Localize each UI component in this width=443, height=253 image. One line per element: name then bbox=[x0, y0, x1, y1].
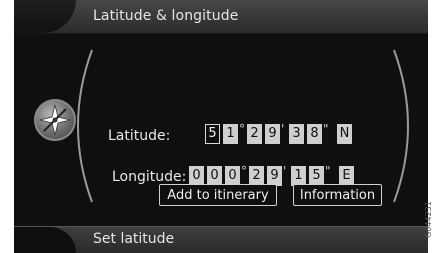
minute-symbol: ' bbox=[283, 164, 287, 178]
title-bar: Latitude & longitude bbox=[14, 0, 428, 34]
page-title: Latitude & longitude bbox=[93, 8, 239, 24]
add-to-itinerary-button[interactable]: Add to itinerary bbox=[159, 184, 277, 206]
screenshot-frame: Latitude & longitude Latitude: 5 1 ° 2 9… bbox=[0, 0, 443, 253]
latitude-digit[interactable]: 2 bbox=[247, 124, 262, 144]
second-symbol: " bbox=[325, 164, 331, 178]
latitude-digit[interactable]: 3 bbox=[289, 124, 304, 144]
latitude-digit[interactable]: 5 bbox=[205, 124, 220, 144]
bottom-bar-label: Set latitude bbox=[93, 231, 175, 247]
display-screen: Latitude & longitude Latitude: 5 1 ° 2 9… bbox=[14, 0, 428, 253]
longitude-direction[interactable]: E bbox=[339, 166, 354, 186]
latitude-input[interactable]: 5 1 ° 2 9 ' 3 8 " N bbox=[205, 122, 355, 144]
bottom-bar: Set latitude bbox=[14, 226, 428, 253]
degree-symbol: ° bbox=[241, 164, 247, 178]
longitude-input[interactable]: 0 0 0 ° 2 9 ' 1 5 " E bbox=[189, 164, 357, 186]
minute-symbol: ' bbox=[281, 122, 285, 136]
degree-symbol: ° bbox=[239, 122, 245, 136]
longitude-digit[interactable]: 2 bbox=[249, 166, 264, 186]
image-code-text: G044231 bbox=[423, 201, 433, 238]
bottom-bar-corner bbox=[14, 227, 76, 253]
latitude-direction[interactable]: N bbox=[337, 124, 352, 144]
longitude-digit[interactable]: 0 bbox=[207, 166, 222, 186]
longitude-digit[interactable]: 1 bbox=[291, 166, 306, 186]
right-arc-decoration bbox=[393, 49, 409, 203]
title-bar-corner bbox=[14, 0, 76, 33]
information-button[interactable]: Information bbox=[293, 184, 382, 206]
longitude-digit[interactable]: 0 bbox=[189, 166, 204, 186]
latitude-label: Latitude: bbox=[108, 128, 171, 144]
longitude-digit[interactable]: 9 bbox=[267, 166, 282, 186]
latitude-digit[interactable]: 8 bbox=[307, 124, 322, 144]
image-code-label: G044231 bbox=[424, 193, 442, 251]
latitude-digit[interactable]: 9 bbox=[265, 124, 280, 144]
second-symbol: " bbox=[323, 122, 329, 136]
longitude-digit[interactable]: 0 bbox=[225, 166, 240, 186]
latitude-digit[interactable]: 1 bbox=[223, 124, 238, 144]
longitude-label: Longitude: bbox=[112, 169, 187, 185]
compass-icon bbox=[34, 99, 76, 141]
longitude-digit[interactable]: 5 bbox=[309, 166, 324, 186]
